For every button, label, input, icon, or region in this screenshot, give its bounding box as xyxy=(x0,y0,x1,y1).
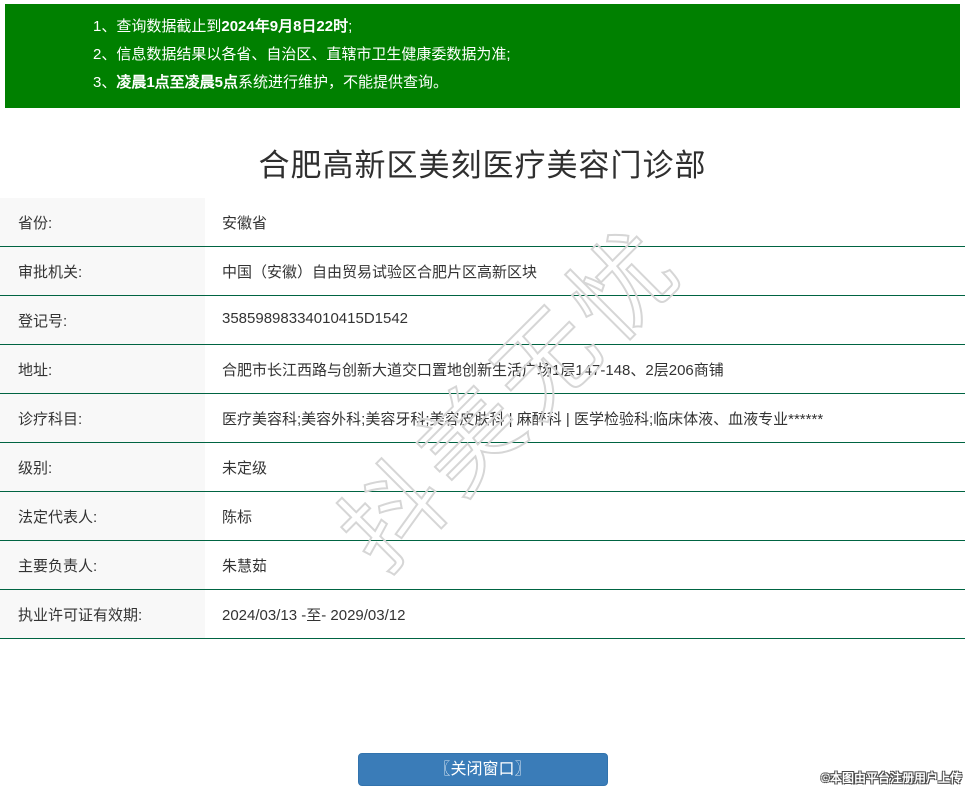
notice-bold-text: 凌晨1点至凌晨5点 xyxy=(116,74,239,91)
row-label: 登记号: xyxy=(0,296,205,344)
table-row-province: 省份: 安徽省 xyxy=(0,198,965,247)
notice-item-2: 2、信息数据结果以各省、自治区、直辖市卫生健康委数据为准; xyxy=(93,41,950,69)
notice-text: 信息数据结果以各省、自治区、直辖市卫生健康委数据为准; xyxy=(116,46,511,63)
row-label: 法定代表人: xyxy=(0,492,205,540)
institution-info-table: 省份: 安徽省 审批机关: 中国（安徽）自由贸易试验区合肥片区高新区块 登记号:… xyxy=(0,198,965,639)
row-label: 诊疗科目: xyxy=(0,394,205,442)
close-window-button[interactable]: 〖关闭窗口〗 xyxy=(357,753,608,786)
table-row-approval-authority: 审批机关: 中国（安徽）自由贸易试验区合肥片区高新区块 xyxy=(0,247,965,296)
row-label: 级别: xyxy=(0,443,205,491)
page-title: 合肥高新区美刻医疗美容门诊部 xyxy=(258,148,707,183)
row-value: 中国（安徽）自由贸易试验区合肥片区高新区块 xyxy=(222,264,538,281)
row-value: 2024/03/13 -至- 2029/03/12 xyxy=(222,607,406,624)
table-row-license-validity: 执业许可证有效期: 2024/03/13 -至- 2029/03/12 xyxy=(0,590,965,639)
table-row-principal: 主要负责人: 朱慧茹 xyxy=(0,541,965,590)
row-label: 执业许可证有效期: xyxy=(0,590,205,638)
table-row-address: 地址: 合肥市长江西路与创新大道交口置地创新生活广场1层147-148、2层20… xyxy=(0,345,965,394)
notice-text: 系统进行维护，不能提供查询。 xyxy=(238,74,449,91)
row-label: 省份: xyxy=(0,198,205,246)
row-label: 地址: xyxy=(0,345,205,393)
table-row-medical-subjects: 诊疗科目: 医疗美容科;美容外科;美容牙科;美容皮肤科 | 麻醉科 | 医学检验… xyxy=(0,394,965,443)
notice-num: 3、 xyxy=(93,74,117,91)
row-value: 合肥市长江西路与创新大道交口置地创新生活广场1层147-148、2层206商铺 xyxy=(222,362,724,379)
notice-bold-text: 2024年9月8日22时 xyxy=(221,18,349,35)
row-value: 安徽省 xyxy=(222,215,268,232)
row-value: 医疗美容科;美容外科;美容牙科;美容皮肤科 | 麻醉科 | 医学检验科;临床体液… xyxy=(222,411,824,428)
row-value: 朱慧茹 xyxy=(222,558,268,575)
table-row-level: 级别: 未定级 xyxy=(0,443,965,492)
notice-item-1: 1、查询数据截止到2024年9月8日22时; xyxy=(93,13,950,41)
row-label: 主要负责人: xyxy=(0,541,205,589)
notice-text: ; xyxy=(348,18,353,35)
notice-banner: 1、查询数据截止到2024年9月8日22时; 2、信息数据结果以各省、自治区、直… xyxy=(5,4,960,108)
row-value: 未定级 xyxy=(222,460,268,477)
row-value: 35859898334010415D1542 xyxy=(222,310,409,327)
notice-text: 查询数据截止到 xyxy=(116,18,222,35)
row-value: 陈标 xyxy=(222,509,253,526)
row-label: 审批机关: xyxy=(0,247,205,295)
credit-watermark-text: ©本图由平台注册用户上传 xyxy=(821,771,962,785)
notice-item-3: 3、凌晨1点至凌晨5点系统进行维护，不能提供查询。 xyxy=(93,69,950,97)
notice-num: 1、 xyxy=(93,18,117,35)
table-row-legal-representative: 法定代表人: 陈标 xyxy=(0,492,965,541)
table-row-registration-number: 登记号: 35859898334010415D1542 xyxy=(0,296,965,345)
notice-num: 2、 xyxy=(93,46,117,63)
